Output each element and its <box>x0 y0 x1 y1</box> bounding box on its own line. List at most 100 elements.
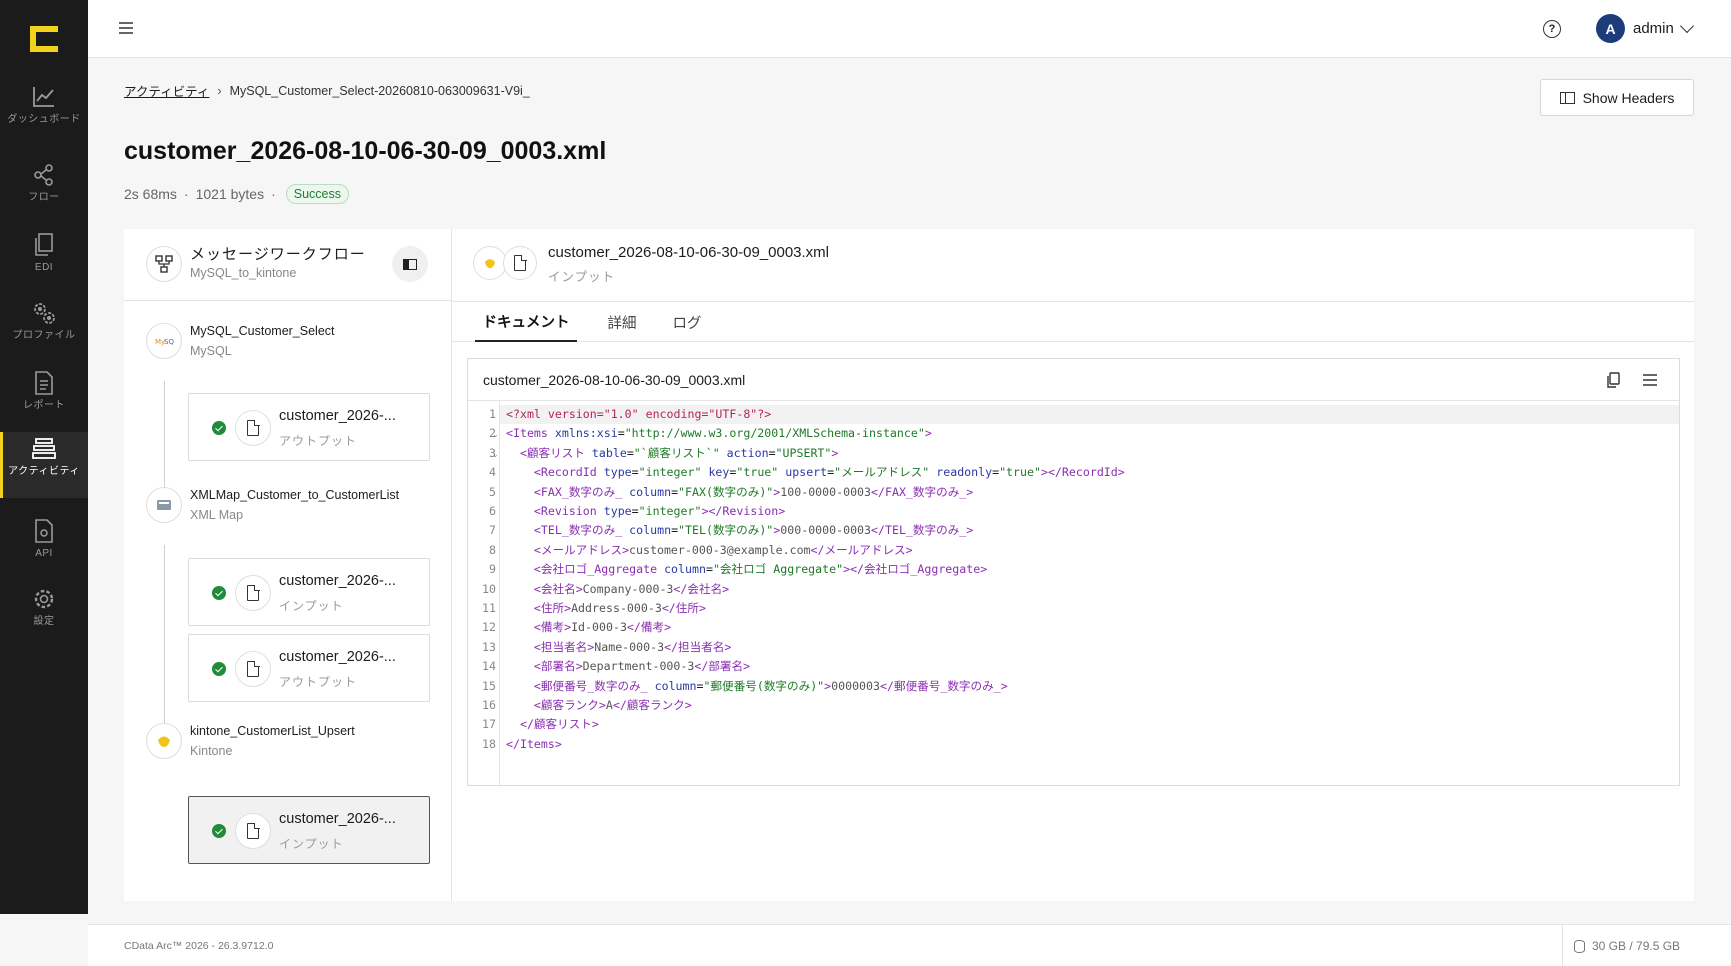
code-line: <会社ロゴ_Aggregate column="会社ロゴ Aggregate">… <box>533 562 988 577</box>
show-headers-label: Show Headers <box>1582 89 1675 106</box>
breadcrumb-current: MySQL_Customer_Select-20260810-063009631… <box>229 83 530 98</box>
gear-icon <box>31 586 57 612</box>
help-icon[interactable]: ? <box>1543 20 1561 38</box>
tab-details[interactable]: 詳細 <box>602 302 642 342</box>
code-line: <郵便番号_数字のみ_ column="郵便番号(数字のみ)">0000003<… <box>533 678 1008 693</box>
connector-type: XML Map <box>190 508 244 522</box>
document-icon <box>247 584 260 601</box>
line-number: 8 <box>489 542 496 557</box>
top-bar: ? A admin <box>88 0 1731 58</box>
line-number: 17 <box>482 717 496 732</box>
editor-filename: customer_2026-08-10-06-30-09_0003.xml <box>483 372 746 388</box>
line-number: 6 <box>489 504 496 518</box>
version-label: CData Arc™ 2026 - 26.3.9712.0 <box>124 940 274 952</box>
file-name: customer_2026-... <box>279 408 396 424</box>
nav-label: プロファイル <box>12 330 76 341</box>
panel-toggle-button[interactable] <box>392 246 428 282</box>
nav-item-edi[interactable]: EDI <box>0 232 88 273</box>
line-number: 14 <box>482 659 496 674</box>
meta-separator: · <box>183 186 189 202</box>
file-name: customer_2026-... <box>279 573 396 589</box>
avatar: A <box>1596 14 1625 43</box>
nav-item-profile[interactable]: プロファイル <box>0 300 88 341</box>
document-icon <box>514 254 527 271</box>
disk-usage-text: 30 GB / 79.5 GB <box>1592 939 1681 953</box>
workflow-title: メッセージワークフロー <box>190 246 366 263</box>
hamburger-menu-icon[interactable] <box>118 20 134 36</box>
xml-code-area[interactable]: <?xml version="1.0" encoding="UTF-8"?> <I… <box>500 401 1679 785</box>
code-line: <顧客ランク>A</顧客ランク> <box>533 698 692 712</box>
svg-text:SQL: SQL <box>164 338 174 346</box>
breadcrumb: アクティビティ › MySQL_Customer_Select-20260810… <box>124 81 530 100</box>
file-icon-circle <box>503 246 537 280</box>
duration: 2s 68ms <box>124 186 177 202</box>
flow-connector-line <box>164 545 165 731</box>
line-number: 7 <box>489 523 496 538</box>
code-line: <Revision type="integer"></Revision> <box>533 504 786 518</box>
file-card-selected[interactable]: customer_2026-... インプット <box>188 796 430 864</box>
code-line: <担当者名>Name-000-3</担当者名> <box>533 639 732 654</box>
user-menu[interactable]: A admin <box>1596 14 1694 43</box>
nav-item-settings[interactable]: 設定 <box>0 586 88 627</box>
meta-separator: · <box>271 186 276 202</box>
line-number: 13 <box>482 639 496 654</box>
document-detail-panel: customer_2026-08-10-06-30-09_0003.xml イン… <box>452 229 1694 901</box>
panel-icon <box>1559 91 1575 104</box>
format-menu-icon[interactable] <box>1643 373 1657 387</box>
line-number: 11 <box>482 601 496 615</box>
documents-icon <box>31 232 57 258</box>
nav-label: API <box>35 548 53 559</box>
code-editor[interactable]: customer_2026-08-10-06-30-09_0003.xml 12… <box>467 358 1680 786</box>
file-type: アウトプット <box>279 675 358 689</box>
document-icon <box>247 822 260 839</box>
copy-icon[interactable] <box>1605 372 1621 388</box>
line-number: 5 <box>489 484 496 499</box>
fold-toggle-icon[interactable]: ⌄ <box>492 450 499 459</box>
nav-label: アクティビティ <box>8 466 80 477</box>
success-check-icon <box>212 662 226 676</box>
fold-toggle-icon[interactable]: ⌄ <box>492 430 499 439</box>
code-line: <顧客リスト table="`顧客リスト`" action="UPSERT"> <box>519 445 839 460</box>
file-icon-circle <box>235 575 271 611</box>
code-line: </顧客リスト> <box>519 717 599 732</box>
file-card[interactable]: customer_2026-... インプット <box>188 558 430 626</box>
nav-label: 設定 <box>33 616 55 627</box>
code-line: <部署名>Department-000-3</部署名> <box>533 659 751 674</box>
nav-label: EDI <box>34 262 54 273</box>
file-card[interactable]: customer_2026-... アウトプット <box>188 634 430 702</box>
workflow-header: メッセージワークフロー MySQL_to_kintone <box>124 229 452 301</box>
nav-item-report[interactable]: レポート <box>0 370 88 411</box>
chevron-down-icon <box>1679 18 1694 34</box>
nav-label: ダッシュボード <box>7 114 81 125</box>
line-number: 10 <box>482 581 496 596</box>
sidebar-panel-icon <box>403 258 417 270</box>
footer: CData Arc™ 2026 - 26.3.9712.0 30 GB / 79… <box>88 924 1731 966</box>
page-title: customer_2026-08-10-06-30-09_0003.xml <box>124 137 607 165</box>
connector-name: kintone_CustomerList_Upsert <box>190 724 355 738</box>
detail-title: customer_2026-08-10-06-30-09_0003.xml <box>548 244 830 261</box>
show-headers-button[interactable]: Show Headers <box>1540 79 1694 116</box>
tab-document[interactable]: ドキュメント <box>475 302 577 342</box>
flow-connector-line <box>164 381 165 497</box>
breadcrumb-link-activity[interactable]: アクティビティ <box>124 81 209 100</box>
file-card[interactable]: customer_2026-... アウトプット <box>188 393 430 461</box>
nav-item-dashboard[interactable]: ダッシュボード <box>0 84 88 125</box>
file-name: customer_2026-... <box>279 811 396 827</box>
tab-bar: ドキュメント 詳細 ログ <box>452 302 1694 342</box>
cdata-logo[interactable] <box>30 26 58 52</box>
document-icon <box>247 660 260 677</box>
nav-item-activity[interactable]: アクティビティ <box>0 432 88 498</box>
connector-name: XMLMap_Customer_to_CustomerList <box>190 488 400 502</box>
nav-label: レポート <box>23 400 65 411</box>
kintone-icon <box>473 246 507 280</box>
code-line: <TEL_数字のみ_ column="TEL(数字のみ)">000-0000-0… <box>533 523 974 538</box>
tab-log[interactable]: ログ <box>668 302 706 342</box>
api-doc-icon <box>31 518 57 544</box>
line-number: 4 <box>489 465 496 480</box>
nav-item-api[interactable]: API <box>0 518 88 559</box>
status-badge: Success <box>285 184 350 204</box>
message-meta: 2s 68ms · 1021 bytes · Success <box>124 184 350 204</box>
nav-item-flow[interactable]: フロー <box>0 162 88 203</box>
disk-usage: 30 GB / 79.5 GB <box>1574 939 1680 953</box>
connector-type: MySQL <box>190 344 232 358</box>
